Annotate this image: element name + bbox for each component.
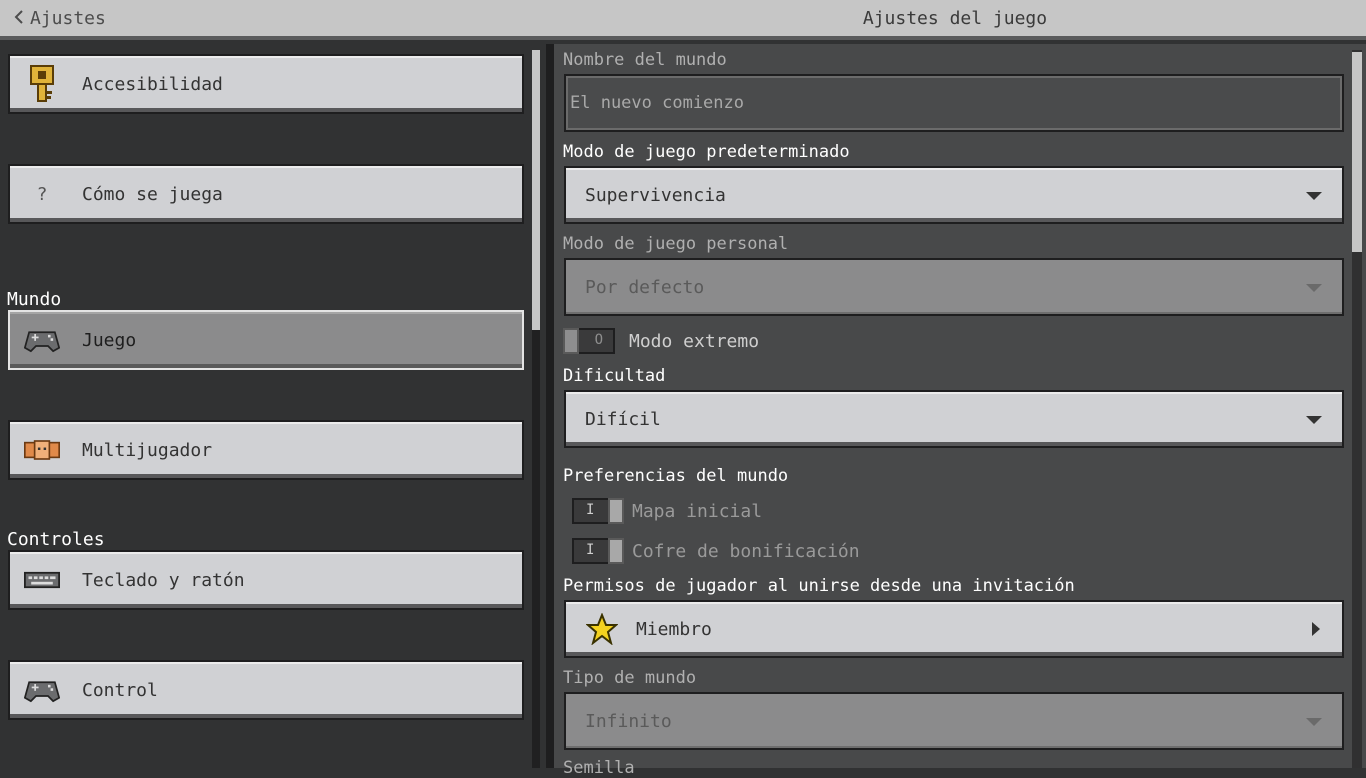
toggle-on-glyph: I	[586, 502, 595, 518]
difficulty-dropdown[interactable]: Difícil	[564, 390, 1344, 448]
gamepad-icon	[24, 672, 60, 708]
world-type-label: Tipo de mundo	[563, 668, 697, 688]
toggle-on-glyph: I	[586, 542, 595, 558]
personal-game-mode-value: Por defecto	[585, 276, 705, 298]
world-type-value: Infinito	[585, 710, 672, 732]
world-name-input[interactable]: El nuevo comienzo	[564, 74, 1344, 132]
invite-permissions-button[interactable]: Miembro	[564, 600, 1344, 658]
world-name-label: Nombre del mundo	[563, 50, 727, 70]
sidebar-item-label: Accesibilidad	[82, 73, 223, 95]
hardcore-label: Modo extremo	[629, 330, 760, 352]
back-button[interactable]: Ajustes	[14, 8, 106, 29]
bonus-chest-toggle[interactable]: I	[572, 538, 624, 564]
seed-label: Semilla	[563, 758, 635, 778]
bonus-chest-label: Cofre de bonificación	[632, 540, 860, 562]
caret-down-icon	[1306, 718, 1322, 726]
default-game-mode-value: Supervivencia	[585, 184, 726, 206]
toggle-knob	[608, 498, 624, 524]
hardcore-toggle[interactable]: O	[563, 328, 615, 354]
toggle-knob	[608, 538, 624, 564]
sidebar-item-label: Teclado y ratón	[82, 569, 245, 591]
invite-permissions-value: Miembro	[636, 618, 712, 640]
sidebar-item-keyboard-mouse[interactable]: Teclado y ratón	[8, 550, 524, 610]
settings-scrollbar-thumb[interactable]	[1352, 52, 1362, 252]
invite-permissions-label: Permisos de jugador al unirse desde una …	[563, 576, 1075, 596]
sidebar-item-game[interactable]: Juego	[8, 310, 524, 370]
default-game-mode-label: Modo de juego predeterminado	[563, 142, 850, 162]
caret-down-icon	[1306, 416, 1322, 424]
sidebar-item-multiplayer[interactable]: Multijugador	[8, 420, 524, 480]
difficulty-value: Difícil	[585, 408, 661, 430]
question-icon: ?	[24, 176, 60, 212]
starter-map-toggle[interactable]: I	[572, 498, 624, 524]
sidebar-item-how-to-play[interactable]: ? Cómo se juega	[8, 164, 524, 224]
sidebar-item-accessibility[interactable]: Accesibilidad	[8, 54, 524, 114]
sidebar-item-label: Cómo se juega	[82, 183, 223, 205]
page-title: Ajustes del juego	[862, 8, 1048, 29]
caret-down-icon	[1306, 284, 1322, 292]
caret-down-icon	[1306, 192, 1322, 200]
bonus-chest-row: I Cofre de bonificación	[572, 538, 860, 564]
gamepad-icon	[24, 322, 60, 358]
difficulty-label: Dificultad	[563, 366, 666, 386]
section-label-world: Mundo	[7, 289, 62, 310]
star-icon	[586, 613, 618, 645]
back-label: Ajustes	[30, 8, 106, 29]
starter-map-row: I Mapa inicial	[572, 498, 762, 524]
default-game-mode-dropdown[interactable]: Supervivencia	[564, 166, 1344, 224]
world-name-value: El nuevo comienzo	[570, 93, 744, 113]
sidebar-item-label: Multijugador	[82, 439, 213, 461]
sidebar-item-label: Juego	[82, 329, 137, 351]
question-glyph: ?	[36, 183, 48, 205]
sidebar-item-controller[interactable]: Control	[8, 660, 524, 720]
hardcore-row: O Modo extremo	[563, 328, 759, 354]
key-icon	[24, 65, 60, 102]
world-preferences-label: Preferencias del mundo	[563, 466, 789, 486]
starter-map-label: Mapa inicial	[632, 500, 763, 522]
sidebar-scrollbar-thumb[interactable]	[532, 50, 540, 330]
toggle-off-glyph: O	[594, 332, 603, 348]
sidebar: Accesibilidad ? Cómo se juega Mundo Jueg…	[0, 44, 546, 768]
sidebar-item-label: Control	[82, 679, 158, 701]
panel-divider	[546, 44, 554, 768]
personal-game-mode-dropdown[interactable]: Por defecto	[564, 258, 1344, 316]
toggle-knob	[563, 328, 579, 354]
keyboard-icon	[24, 562, 60, 598]
players-icon	[24, 432, 60, 468]
chevron-left-icon	[14, 8, 24, 29]
top-bar: Ajustes Ajustes del juego	[0, 0, 1366, 40]
section-label-controls: Controles	[7, 529, 105, 550]
chevron-right-icon	[1312, 622, 1320, 636]
personal-game-mode-label: Modo de juego personal	[563, 234, 789, 254]
world-type-dropdown[interactable]: Infinito	[564, 692, 1344, 750]
